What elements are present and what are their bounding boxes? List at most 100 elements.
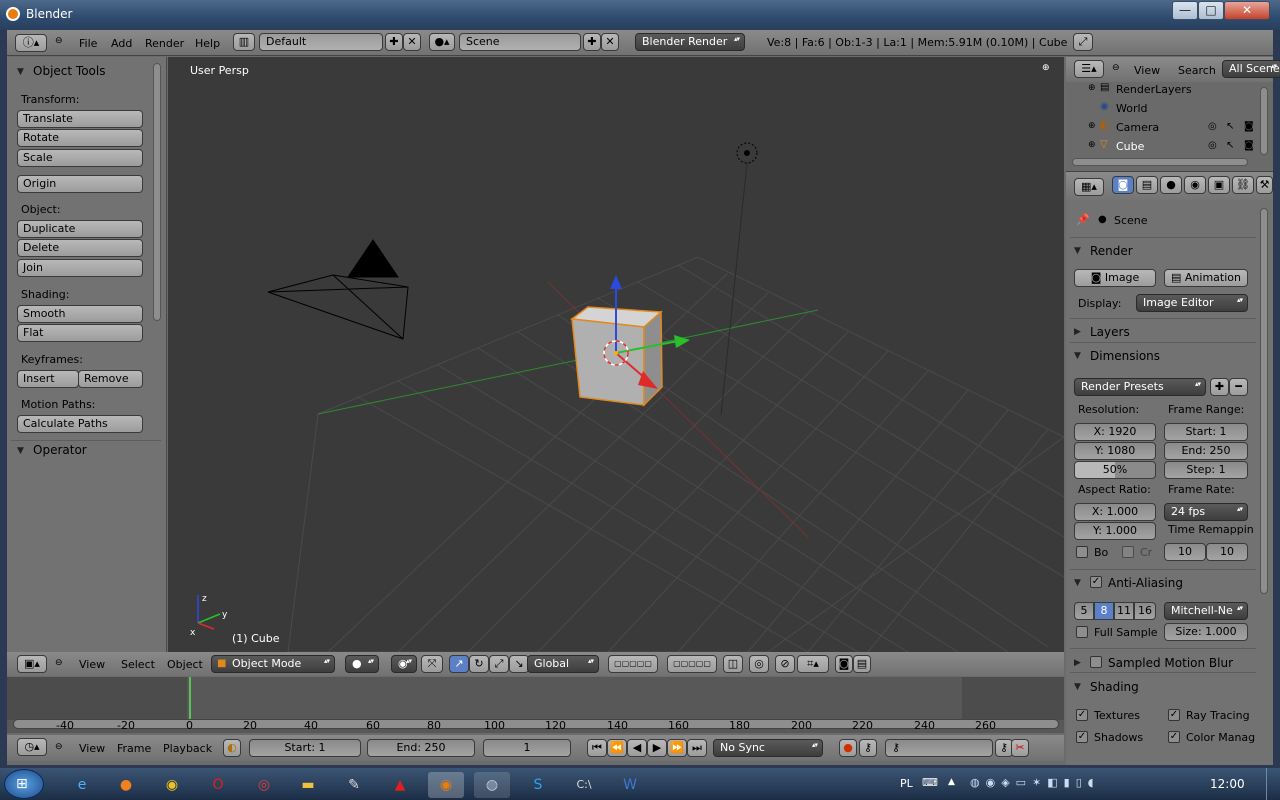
layers-panel-title[interactable]: Layers (1090, 325, 1130, 339)
render-panel-collapse-icon[interactable]: ▼ (1074, 246, 1081, 256)
smooth-button[interactable]: Smooth (17, 305, 143, 323)
dimensions-panel-collapse-icon[interactable]: ▼ (1074, 351, 1081, 361)
screen-layout-icon[interactable]: ▥ (233, 33, 255, 51)
full-sample-checkbox[interactable] (1076, 626, 1088, 638)
motion-blur-checkbox[interactable] (1090, 656, 1102, 668)
viewport-3d[interactable]: User Persp ⊕ z y x (1) Cube (168, 57, 1064, 652)
collapse-menu-icon[interactable]: ⊖ (55, 742, 63, 752)
menu-render[interactable]: Render (145, 37, 184, 50)
outliner-item-cube[interactable]: ⊕ ▽ Cube ◎ ↖ ◙ (1088, 138, 1268, 156)
anti-aliasing-panel-title[interactable]: Anti-Aliasing (1108, 576, 1183, 590)
visibility-eye-icon[interactable]: ◎ (1208, 140, 1217, 151)
shadows-checkbox[interactable]: ✓ (1076, 731, 1088, 743)
manipulator-toggle-button[interactable]: ⤧ (421, 655, 443, 673)
resolution-y-field[interactable]: Y: 1080 (1074, 442, 1156, 460)
menu-view[interactable]: View (79, 658, 105, 671)
fullscreen-toggle-button[interactable]: ⤢ (1073, 33, 1093, 51)
keying-set-field[interactable]: ⚷ (885, 739, 993, 757)
explorer-taskbar-icon[interactable]: ▬ (290, 772, 326, 798)
properties-scrollbar[interactable] (1260, 208, 1268, 594)
editor-type-outliner-button[interactable]: ☰▴ (1074, 60, 1104, 78)
app2-taskbar-icon[interactable]: ◍ (474, 772, 510, 798)
render-engine-select[interactable]: Blender Render (635, 33, 745, 51)
delete-button[interactable]: Delete (17, 239, 143, 257)
opera-taskbar-icon[interactable]: O (200, 772, 236, 798)
jump-keyframe-back-button[interactable]: ⏪ (607, 739, 627, 757)
timeline[interactable]: -40 -20 0 20 40 60 80 100 120 140 160 18… (7, 677, 1064, 733)
resolution-percentage-slider[interactable]: 50% (1074, 461, 1156, 479)
layers-panel-expand-icon[interactable]: ▶ (1074, 327, 1081, 337)
collapse-menu-icon[interactable]: ⊖ (55, 658, 63, 668)
remap-new-field[interactable]: 10 (1206, 543, 1248, 561)
jump-end-button[interactable]: ⏭ (687, 739, 707, 757)
menu-file[interactable]: File (79, 37, 97, 50)
language-indicator[interactable]: PL (900, 777, 913, 790)
chrome-taskbar-icon[interactable]: ◉ (154, 772, 190, 798)
remove-keyframe-button[interactable]: Remove (78, 370, 143, 388)
aspect-x-field[interactable]: X: 1.000 (1074, 503, 1156, 521)
keying-set-button[interactable]: ⚷ (859, 739, 877, 757)
app-taskbar-icon[interactable]: ◎ (246, 772, 282, 798)
tray-icons[interactable]: ◍◉◈▭✶◧▮▯◖ (970, 776, 1100, 789)
play-reverse-button[interactable]: ◀ (627, 739, 647, 757)
expand-icon[interactable]: ⊕ (1088, 83, 1096, 93)
frame-end-field[interactable]: End: 250 (1164, 442, 1248, 460)
mode-select[interactable]: Object Mode (211, 655, 335, 673)
system-clock[interactable]: 12:00 (1210, 777, 1245, 791)
pivot-point-select[interactable]: ◉ (391, 655, 417, 673)
insert-keyframe-button[interactable]: Insert (17, 370, 79, 388)
render-animation-button[interactable]: ▤ Animation (1164, 269, 1248, 287)
collapse-menu-icon[interactable]: ⊖ (1112, 63, 1120, 73)
show-hidden-icons[interactable]: ▲ (948, 777, 955, 787)
shading-panel-collapse-icon[interactable]: ▼ (1074, 682, 1081, 692)
border-checkbox[interactable] (1076, 546, 1088, 558)
operator-panel-title[interactable]: Operator (33, 443, 87, 457)
sync-mode-select[interactable]: No Sync (713, 739, 823, 757)
aa-samples-11[interactable]: 11 (1114, 602, 1134, 620)
outliner-item-world[interactable]: ◉ World (1088, 100, 1248, 118)
outliner-item-camera[interactable]: ⊕ ◧ Camera ◎ ↖ ◙ (1088, 119, 1268, 137)
scene-layers-b[interactable]: ▢▢▢▢▢ (667, 655, 717, 673)
menu-add[interactable]: Add (111, 37, 132, 50)
screen-remove-button[interactable]: ✕ (403, 33, 421, 51)
outliner-hscrollbar[interactable] (1072, 158, 1248, 166)
constraints-context-tab[interactable]: ⛓ (1232, 176, 1254, 194)
lock-layers-button[interactable]: ◫ (723, 655, 743, 673)
operator-collapse-icon[interactable]: ▼ (17, 446, 24, 456)
menu-object[interactable]: Object (167, 658, 203, 671)
collapse-menu-icon[interactable]: ⊖ (55, 36, 63, 46)
scale-button[interactable]: Scale (17, 149, 143, 167)
aa-samples-8[interactable]: 8 (1094, 602, 1114, 620)
screen-add-button[interactable]: ✚ (385, 33, 403, 51)
renderable-camera-icon[interactable]: ◙ (1244, 140, 1254, 151)
join-button[interactable]: Join (17, 259, 143, 277)
word-taskbar-icon[interactable]: W (612, 772, 648, 798)
start-frame-field[interactable]: Start: 1 (249, 739, 361, 757)
origin-button[interactable]: Origin (17, 175, 143, 193)
color-management-checkbox[interactable]: ✓ (1168, 731, 1180, 743)
snap-element-select[interactable]: ⌗▴ (797, 655, 829, 673)
translate-button[interactable]: Translate (17, 110, 143, 128)
render-still-button[interactable]: ◙ (835, 655, 853, 673)
dimensions-panel-title[interactable]: Dimensions (1090, 349, 1160, 363)
visibility-eye-icon[interactable]: ◎ (1208, 121, 1217, 132)
display-select[interactable]: Image Editor (1136, 294, 1248, 312)
ray-tracing-checkbox[interactable]: ✓ (1168, 709, 1180, 721)
show-desktop-button[interactable] (1266, 768, 1280, 800)
jump-start-button[interactable]: ⏮ (587, 739, 607, 757)
add-preset-button[interactable]: ✚ (1210, 378, 1229, 396)
proportional-edit-button[interactable]: ◎ (749, 655, 769, 673)
play-button[interactable]: ▶ (647, 739, 667, 757)
menu-frame[interactable]: Frame (117, 742, 151, 755)
selectable-cursor-icon[interactable]: ↖ (1226, 121, 1234, 132)
resolution-x-field[interactable]: X: 1920 (1074, 423, 1156, 441)
menu-select[interactable]: Select (121, 658, 155, 671)
aa-panel-collapse-icon[interactable]: ▼ (1074, 578, 1081, 588)
remove-preset-button[interactable]: ━ (1229, 378, 1248, 396)
object-context-tab[interactable]: ▣ (1208, 176, 1230, 194)
selectable-cursor-icon[interactable]: ↖ (1226, 140, 1234, 151)
anti-aliasing-checkbox[interactable]: ✓ (1090, 576, 1102, 588)
pin-icon[interactable]: 📌 (1076, 213, 1090, 226)
outliner-vscrollbar[interactable] (1260, 87, 1268, 155)
aa-samples-16[interactable]: 16 (1134, 602, 1156, 620)
